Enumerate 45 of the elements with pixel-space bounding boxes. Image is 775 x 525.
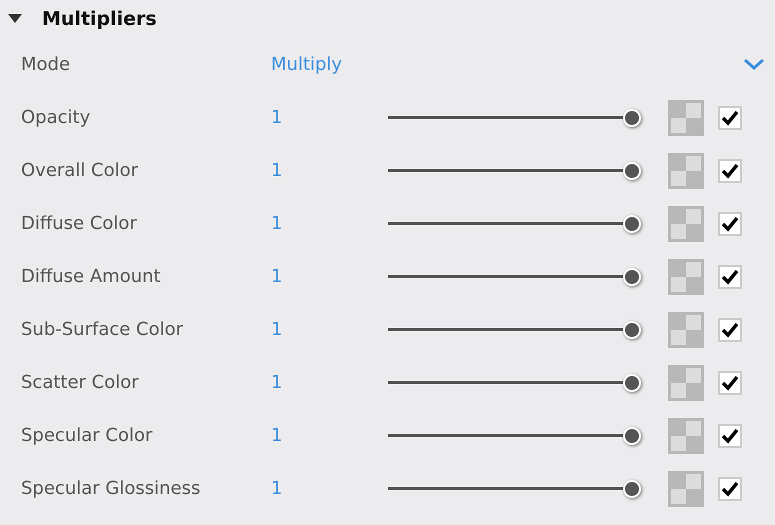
checkbox[interactable] [718,424,742,448]
checkbox[interactable] [718,476,742,500]
checkbox[interactable] [718,158,742,182]
slider-thumb[interactable] [623,268,641,286]
collapse-triangle-icon[interactable] [8,14,22,24]
chevron-down-icon[interactable] [743,58,765,71]
value-field[interactable]: 1 [271,478,282,499]
slider-thumb[interactable] [623,426,641,444]
value-field[interactable]: 1 [271,213,282,234]
slider-thumb[interactable] [623,162,641,180]
value-field[interactable]: 1 [271,372,282,393]
checkbox[interactable] [718,318,742,342]
checkbox[interactable] [718,212,742,236]
field-label: Diffuse Amount [21,266,162,287]
checkmark-icon [721,480,739,496]
slider-thumb[interactable] [623,214,641,232]
checkmark-icon [721,110,739,126]
field-label: Mode [21,54,72,75]
checkmark-icon [721,322,739,338]
value-field[interactable]: 1 [271,107,282,128]
slider-thumb[interactable] [623,320,641,338]
field-label: Scatter Color [21,372,140,393]
checkmark-icon [721,374,739,390]
checkmark-icon [721,162,739,178]
mode-dropdown[interactable]: Multiply [271,54,342,75]
slider-thumb[interactable] [623,480,641,498]
section-title: Multipliers [42,8,157,30]
checkbox[interactable] [718,370,742,394]
checkbox[interactable] [718,106,742,130]
checkmark-icon [721,216,739,232]
field-label: Sub-Surface Color [21,319,184,340]
field-label: Diffuse Color [21,213,138,234]
value-field[interactable]: 1 [271,425,282,446]
value-field[interactable]: 1 [271,319,282,340]
checkmark-icon [721,428,739,444]
checkmark-icon [721,268,739,284]
field-label: Overall Color [21,160,140,181]
field-label: Specular Color [21,425,154,446]
field-label: Opacity [21,107,92,128]
field-label: Specular Glossiness [21,478,202,499]
value-field[interactable]: 1 [271,266,282,287]
value-field[interactable]: 1 [271,160,282,181]
checkbox[interactable] [718,264,742,288]
slider-thumb[interactable] [623,108,641,126]
slider-thumb[interactable] [623,374,641,392]
